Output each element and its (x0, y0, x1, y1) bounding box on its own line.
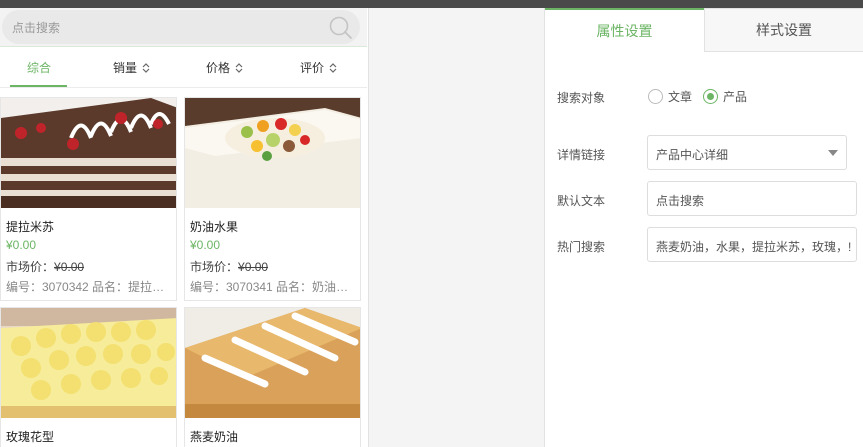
settings-panel: 属性设置 样式设置 搜索对象 文章 产品 详情链接 产品中心详细 默认文本 点击… (544, 8, 863, 447)
tab-property-settings[interactable]: 属性设置 (545, 8, 704, 52)
search-input[interactable]: 点击搜索 (2, 10, 360, 44)
sort-arrows-icon (329, 62, 337, 74)
sort-tab-label: 综合 (27, 61, 52, 75)
product-name: 玫瑰花型 (6, 430, 55, 444)
sort-arrows-icon (142, 62, 150, 74)
market-price-label: 市场价： (6, 260, 55, 274)
product-name: 奶油水果 (190, 220, 239, 234)
radio-product[interactable]: 产品 (703, 88, 747, 105)
search-target-label: 搜索对象 (557, 91, 606, 105)
product-image (185, 98, 360, 208)
default-text-value: 点击搜索 (656, 194, 705, 208)
product-code: 编号：3070341 品名：奶油水果 (190, 280, 358, 294)
search-bar: 点击搜索 (0, 8, 367, 46)
active-tab-underline (10, 85, 67, 87)
detail-link-select[interactable]: 产品中心详细 (647, 135, 847, 170)
search-placeholder: 点击搜索 (12, 21, 61, 35)
hot-search-input[interactable]: 燕麦奶油，水果，提拉米苏，玫瑰，! (647, 227, 857, 262)
tab-style-settings[interactable]: 样式设置 (704, 8, 863, 52)
detail-link-label: 详情链接 (557, 148, 606, 162)
detail-link-value: 产品中心详细 (656, 148, 729, 162)
radio-label: 文章 (668, 90, 693, 104)
hot-search-label: 热门搜索 (557, 240, 606, 254)
sort-tab-label: 评价 (300, 61, 325, 75)
radio-circle-selected[interactable] (703, 89, 718, 104)
product-image (1, 308, 176, 418)
product-name: 提拉米苏 (6, 220, 55, 234)
default-text-input[interactable]: 点击搜索 (647, 181, 857, 216)
market-price: 市场价：¥0.00 (6, 258, 84, 275)
phone-preview: 点击搜索 综合 销量 价格 评价 提拉米苏 ¥0.00 市场价：¥0.00 编号… (0, 8, 369, 447)
radio-circle[interactable] (648, 89, 663, 104)
product-price: ¥0.00 (6, 238, 37, 252)
product-card[interactable]: 燕麦奶油 (184, 307, 361, 447)
sort-tab-price[interactable]: 价格 (206, 59, 243, 76)
default-text-label: 默认文本 (557, 194, 606, 208)
market-price: 市场价：¥0.00 (190, 258, 268, 275)
radio-label: 产品 (723, 90, 748, 104)
market-price-label: 市场价： (190, 260, 239, 274)
market-price-value: ¥0.00 (238, 260, 269, 274)
sort-arrows-icon (235, 62, 243, 74)
sort-tab-comprehensive[interactable]: 综合 (27, 59, 51, 76)
search-icon[interactable] (328, 15, 354, 41)
product-card[interactable]: 玫瑰花型 (0, 307, 177, 447)
sort-tab-label: 销量 (113, 61, 138, 75)
product-image (1, 98, 176, 208)
product-card[interactable]: 提拉米苏 ¥0.00 市场价：¥0.00 编号：3070342 品名：提拉米苏 (0, 97, 177, 301)
product-card[interactable]: 奶油水果 ¥0.00 市场价：¥0.00 编号：3070341 品名：奶油水果 (184, 97, 361, 301)
radio-article[interactable]: 文章 (648, 88, 692, 105)
settings-tabs: 属性设置 样式设置 (545, 8, 863, 52)
tab-label: 属性设置 (596, 23, 653, 39)
market-price-value: ¥0.00 (54, 260, 85, 274)
chevron-down-icon (828, 150, 838, 156)
sort-tab-rating[interactable]: 评价 (300, 59, 337, 76)
sort-tab-sales[interactable]: 销量 (113, 59, 150, 76)
product-image (185, 308, 360, 418)
tab-label: 样式设置 (756, 22, 812, 38)
product-price: ¥0.00 (190, 238, 221, 252)
product-name: 燕麦奶油 (190, 430, 239, 444)
top-bar (0, 0, 863, 8)
product-code: 编号：3070342 品名：提拉米苏 (6, 280, 174, 294)
sort-tab-label: 价格 (206, 61, 231, 75)
hot-search-value: 燕麦奶油，水果，提拉米苏，玫瑰，! (656, 240, 852, 254)
sort-bar: 综合 销量 价格 评价 (0, 46, 367, 88)
